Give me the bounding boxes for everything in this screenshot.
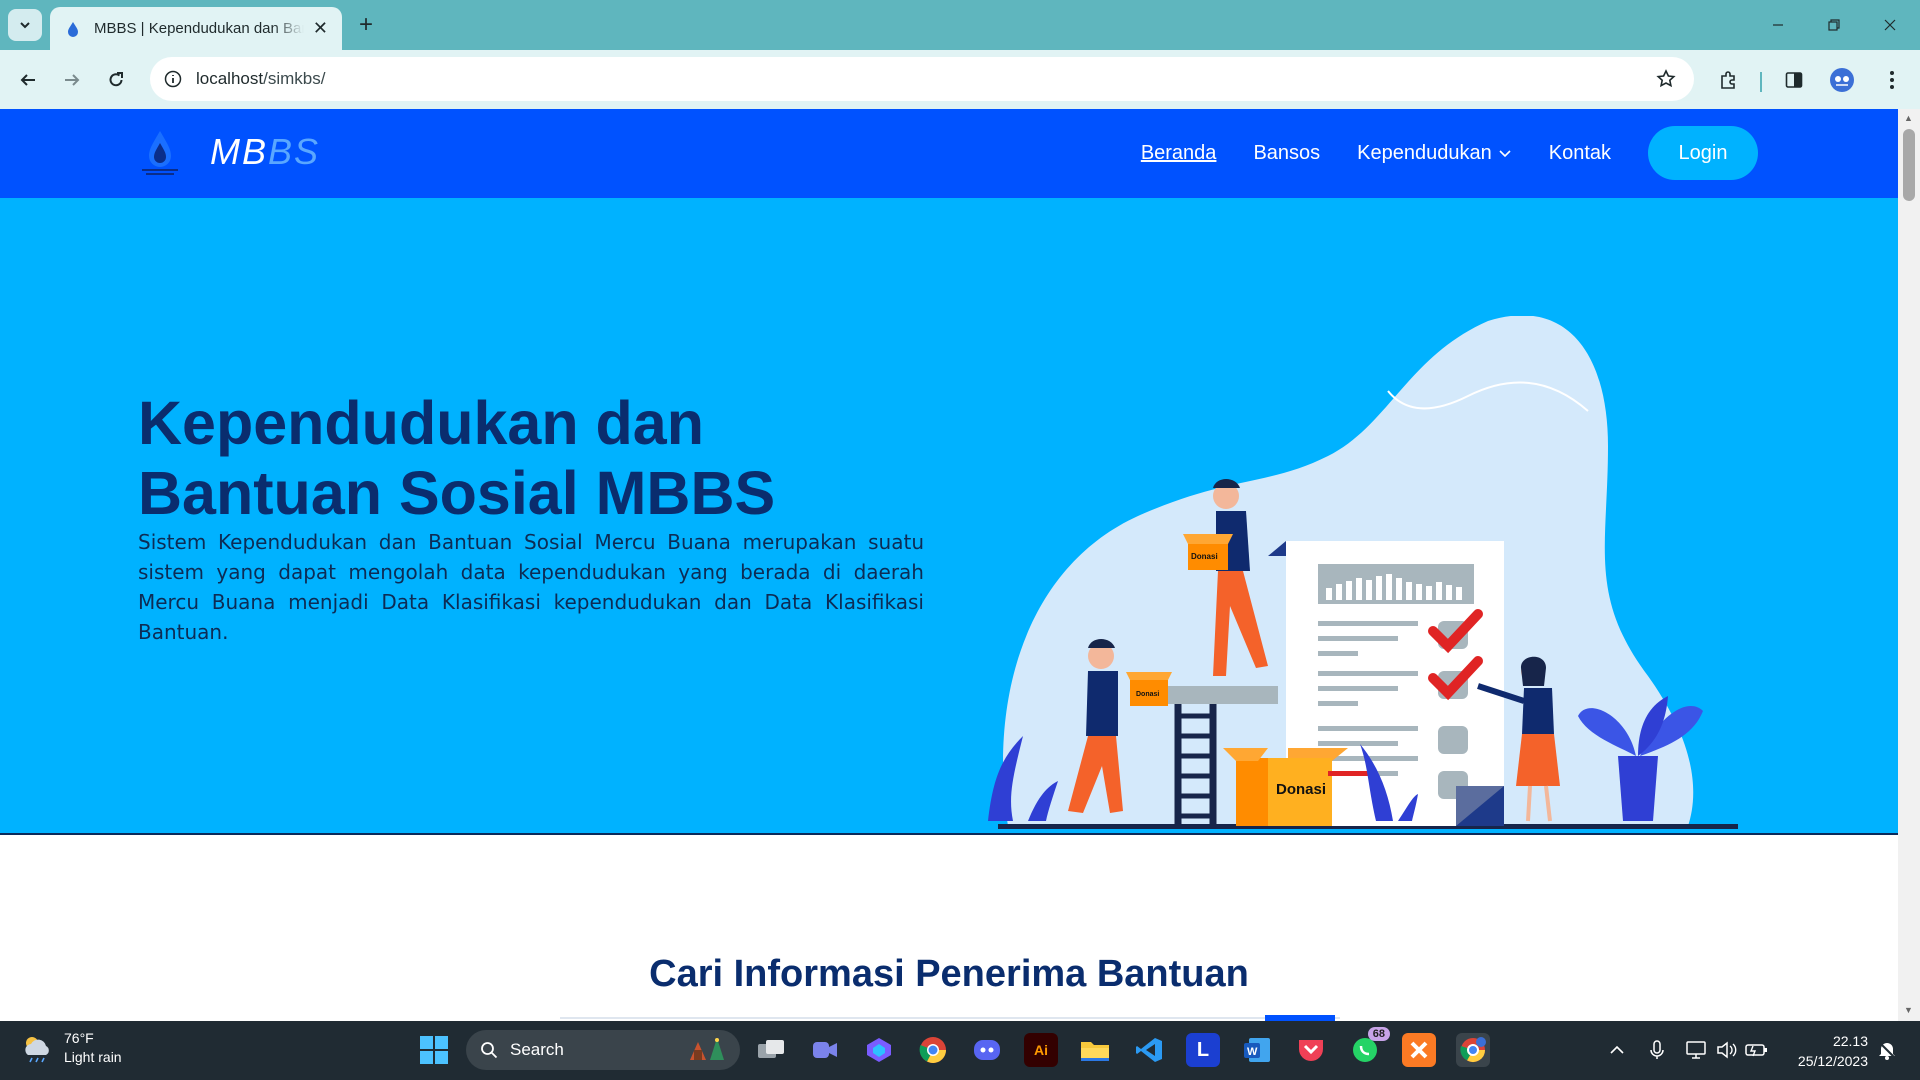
minimize-button[interactable] [1750, 0, 1806, 50]
scrollbar-thumb[interactable] [1903, 129, 1915, 201]
browser-tab-bar: MBBS | Kependudukan dan Bantuan Sosial ✕… [0, 0, 1920, 50]
hero-description: Sistem Kependudukan dan Bantuan Sosial M… [138, 530, 924, 644]
box-label-large: Donasi [1276, 781, 1326, 798]
nav-bansos[interactable]: Bansos [1253, 142, 1320, 165]
site-logo-text[interactable]: MBBS [210, 131, 320, 173]
weather-widget[interactable]: 76°F Light rain [20, 1029, 122, 1067]
search-section-title: Cari Informasi Penerima Bantuan [649, 953, 1249, 995]
cloud-rain-icon [25, 1037, 49, 1063]
scroll-up-icon[interactable]: ▲ [1904, 113, 1914, 123]
clock-time: 22.13 [1832, 1033, 1868, 1049]
nav-kependudukan-label: Kependudukan [1357, 141, 1492, 164]
box-label-tiny: Donasi [1136, 691, 1159, 698]
chrome-menu-icon[interactable] [1876, 64, 1908, 96]
weather-condition: Light rain [64, 1049, 122, 1065]
teams-meet-icon[interactable] [808, 1033, 842, 1067]
chevron-down-icon [20, 22, 30, 29]
browser-tab-active[interactable]: MBBS | Kependudukan dan Bantuan Sosial ✕ [50, 7, 342, 50]
discord-icon[interactable] [970, 1033, 1004, 1067]
tab-close-icon[interactable]: ✕ [313, 18, 328, 39]
pocket-icon[interactable] [1294, 1033, 1328, 1067]
side-panel-icon[interactable] [1778, 64, 1810, 96]
tab-search-button[interactable] [8, 9, 42, 41]
chrome-profile-active-icon[interactable] [1456, 1033, 1490, 1067]
svg-text:W: W [1247, 1046, 1258, 1058]
file-explorer-icon[interactable] [1078, 1033, 1112, 1067]
forward-button[interactable] [56, 64, 88, 96]
microphone-icon[interactable] [1644, 1037, 1670, 1063]
page-viewport: MBBS Beranda Bansos Kependudukan Kontak … [0, 109, 1898, 1021]
nav-kependudukan[interactable]: Kependudukan [1357, 142, 1512, 165]
network-display-icon[interactable] [1684, 1037, 1710, 1063]
start-button[interactable] [419, 1035, 449, 1070]
hero-title: Kependudukan dan Bantuan Sosial MBBS [138, 389, 776, 527]
close-window-button[interactable] [1862, 0, 1918, 50]
search-icon [481, 1042, 498, 1059]
browser-toolbar: localhost/simkbs/ [0, 50, 1920, 109]
launcher-l-icon[interactable]: L [1186, 1033, 1220, 1067]
windows-taskbar: 76°F Light rain Search Ai L W 68 22.13 2… [0, 1021, 1920, 1080]
weather-temperature: 76°F [64, 1030, 94, 1046]
address-bar[interactable]: localhost/simkbs/ [150, 57, 1694, 101]
bookmark-star-icon[interactable] [1656, 69, 1676, 89]
site-favicon-icon [64, 20, 82, 38]
tab-title: MBBS | Kependudukan dan Bantuan Sosial [94, 20, 304, 37]
url-text: localhost/simkbs/ [196, 69, 326, 88]
arrow-left-icon [20, 74, 35, 86]
hero-section: Kependudukan dan Bantuan Sosial MBBS Sis… [0, 198, 1898, 835]
toolbar-divider [1760, 72, 1762, 92]
whatsapp-icon[interactable]: 68 [1348, 1027, 1390, 1067]
volume-icon[interactable] [1714, 1037, 1740, 1063]
word-icon[interactable]: W [1240, 1033, 1274, 1067]
page-scrollbar[interactable]: ▲ ▼ [1898, 109, 1920, 1021]
login-button[interactable]: Login [1648, 126, 1758, 180]
close-icon [1884, 19, 1896, 31]
restore-button[interactable] [1806, 0, 1862, 50]
profile-avatar-icon[interactable] [1826, 64, 1858, 96]
windows-logo-icon [420, 1036, 448, 1064]
vscode-icon[interactable] [1132, 1033, 1166, 1067]
reload-button[interactable] [100, 64, 132, 96]
hero-illustration: Donasi Donasi Donasi [988, 316, 1738, 829]
main-nav: Beranda Bansos Kependudukan Kontak Login [1104, 126, 1758, 180]
show-hidden-icons-chevron-up-icon[interactable] [1604, 1037, 1630, 1063]
battery-icon[interactable] [1744, 1037, 1770, 1063]
site-header: MBBS Beranda Bansos Kependudukan Kontak … [0, 109, 1898, 198]
box-label-small: Donasi [1191, 552, 1218, 561]
whatsapp-badge: 68 [1367, 1027, 1390, 1041]
chevron-down-icon [1498, 146, 1512, 160]
task-view-icon[interactable] [754, 1033, 788, 1067]
clock-date: 25/12/2023 [1797, 1053, 1868, 1069]
chrome-icon[interactable] [916, 1033, 950, 1067]
nav-beranda[interactable]: Beranda [1141, 142, 1217, 165]
notification-bell-icon[interactable] [1874, 1037, 1900, 1063]
scroll-down-icon[interactable]: ▼ [1904, 1005, 1914, 1015]
new-tab-button[interactable]: + [352, 11, 380, 39]
taskbar-search[interactable]: Search [466, 1030, 740, 1070]
nav-kontak[interactable]: Kontak [1549, 142, 1611, 165]
restore-icon [1828, 19, 1840, 31]
copilot-icon[interactable] [862, 1033, 896, 1067]
extensions-icon[interactable] [1712, 64, 1744, 96]
reload-icon [109, 72, 123, 87]
taskbar-clock[interactable]: 22.13 25/12/2023 [1798, 1031, 1868, 1071]
illustrator-icon[interactable]: Ai [1024, 1033, 1058, 1067]
back-button[interactable] [12, 64, 44, 96]
university-logo-icon[interactable] [140, 129, 180, 177]
site-info-icon[interactable] [158, 64, 188, 94]
search-highlight-icon [684, 1034, 728, 1067]
arrow-right-icon [65, 74, 80, 86]
search-label: Search [510, 1040, 564, 1059]
xampp-icon[interactable] [1402, 1033, 1436, 1067]
minimize-icon [1773, 24, 1783, 26]
